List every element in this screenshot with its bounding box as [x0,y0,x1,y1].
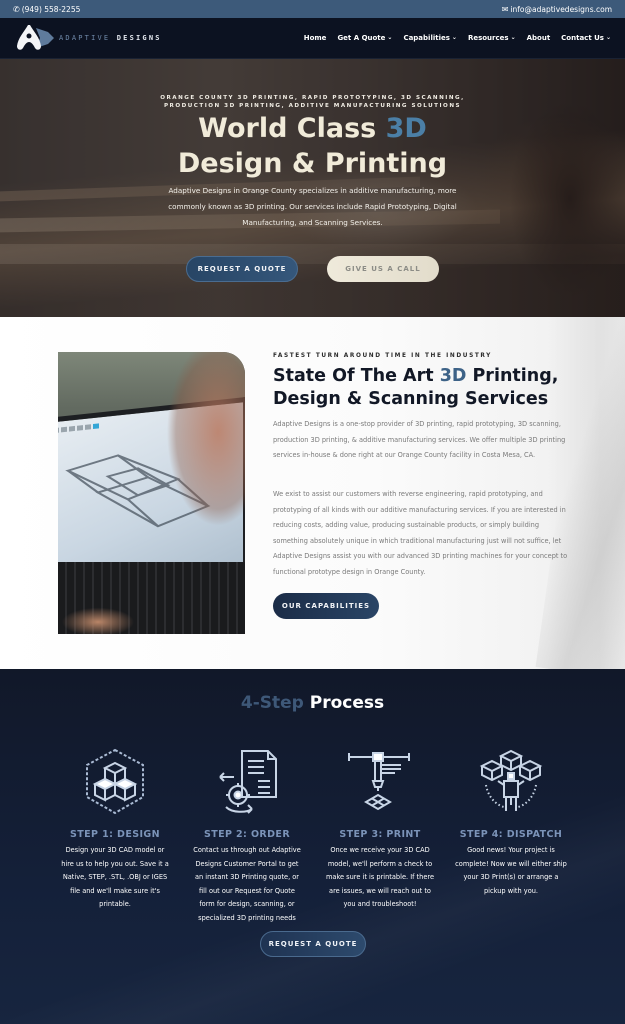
request-quote-button[interactable]: REQUEST A QUOTE [186,256,298,282]
hero-title-line2: Design & Printing [177,148,448,179]
nav-label: About [526,34,551,42]
chevron-down-icon: ⌄ [451,33,457,41]
logo-word-adaptive: ADAPTIVE [59,34,111,42]
hero-description: Adaptive Designs in Orange County specia… [168,186,457,227]
hero-section: ORANGE COUNTY 3D PRINTING, RAPID PROTOTY… [0,59,625,317]
chevron-down-icon: ⌄ [510,33,516,41]
process-step-order: STEP 2: ORDER Contact us through out Ada… [187,747,307,926]
photo-hand [58,602,148,634]
services-title: State Of The Art 3D Printing, Design & S… [273,365,593,411]
nav-label: Get A Quote [337,34,386,42]
services-section: FASTEST TURN AROUND TIME IN THE INDUSTRY… [0,317,625,669]
chevron-down-icon: ⌄ [387,33,393,41]
step-description: Design your 3D CAD model or hire us to h… [61,846,169,909]
nav-item-contact-us[interactable]: Contact Us ⌄ [561,33,611,43]
site-logo[interactable]: ADAPTIVE DESIGNS [14,22,162,54]
step-title: STEP 4: DISPATCH [459,829,563,840]
nav-item-capabilities[interactable]: Capabilities ⌄ [403,33,457,43]
nav-label: Resources [467,34,509,42]
hero-kicker-line: PRODUCTION 3D PRINTING, ADDITIVE MANUFAC… [163,103,462,109]
laptop-cad-photo [58,352,245,634]
hero-title: World Class 3D Design & Printing [0,111,625,181]
give-us-a-call-button[interactable]: GIVE US A CALL [327,256,439,282]
logo-wordmark: ADAPTIVE DESIGNS [59,34,162,42]
logo-mark-icon [17,25,54,50]
nav-label: Capabilities [403,34,450,42]
nav-menu: Home Get A Quote ⌄ Capabilities ⌄ Resource… [304,33,611,43]
process-step-dispatch: STEP 4: DISPATCH Good news! Your project… [451,747,571,898]
process-title-text: Process [303,693,385,713]
nav-label: Contact Us [561,34,604,42]
nav-item-get-a-quote[interactable]: Get A Quote ⌄ [337,33,393,43]
main-navigation: ADAPTIVE DESIGNS Home Get A Quote ⌄ Capab… [0,18,625,59]
phone-icon: ✆ [13,4,20,14]
cad-toolbar [58,422,113,436]
services-title-accent: 3D [439,366,467,386]
nav-item-about[interactable]: About [527,34,551,42]
3d-printer-icon [348,752,410,811]
person-with-boxes-icon [479,749,543,811]
hero-title-accent: 3D [385,113,427,144]
step-description: Once we receive your 3D CAD model, we'll… [325,846,434,909]
nav-item-home[interactable]: Home [304,34,327,42]
envelope-icon: ✉ [501,4,509,14]
step-title: STEP 1: DESIGN [70,829,160,840]
step-description: Contact us through out Adaptive Designs … [193,846,301,922]
phone-link[interactable]: ✆ (949) 558-2255 [13,5,80,14]
email-address: info@adaptivedesigns.com [510,4,612,14]
hero-kicker-line: ORANGE COUNTY 3D PRINTING, RAPID PROTOTY… [160,95,465,101]
process-section: 4-Step Process STEP 1: DESIGN Design you… [0,669,625,1024]
document-gear-icon [219,750,277,814]
step-description: Good news! Your project is complete! Now… [455,846,567,895]
process-step-print: STEP 3: PRINT Once we receive your 3D CA… [320,747,440,912]
step-title: STEP 3: PRINT [339,829,421,840]
hero-title-text: World Class [198,113,386,144]
process-title-accent: 4-Step [240,693,304,713]
photo-person [158,352,245,542]
cubes-hexagon-icon [86,748,144,815]
process-step-design: STEP 1: DESIGN Design your 3D CAD model … [55,747,175,912]
nav-item-resources[interactable]: Resources ⌄ [467,33,516,43]
top-contact-bar: ✆ (949) 558-2255 ✉ info@adaptivedesigns.… [0,0,625,18]
hero-kicker: ORANGE COUNTY 3D PRINTING, RAPID PROTOTY… [0,94,625,110]
phone-number: (949) 558-2255 [21,4,81,14]
chevron-down-icon: ⌄ [605,33,611,41]
nav-label: Home [303,34,327,42]
our-capabilities-button[interactable]: OUR CAPABILITIES [273,593,379,619]
services-title-text: State Of The Art [273,366,440,386]
request-quote-button-bottom[interactable]: REQUEST A QUOTE [260,931,366,957]
services-kicker: FASTEST TURN AROUND TIME IN THE INDUSTRY [273,353,492,359]
step-title: STEP 2: ORDER [203,829,291,840]
services-paragraph-1: Adaptive Designs is a one-stop provider … [273,420,566,460]
process-title: 4-Step Process [0,693,625,713]
services-paragraph-2: We exist to assist our customers with re… [273,490,568,576]
email-link[interactable]: ✉ info@adaptivedesigns.com [502,5,612,14]
logo-word-designs: DESIGNS [116,34,162,42]
